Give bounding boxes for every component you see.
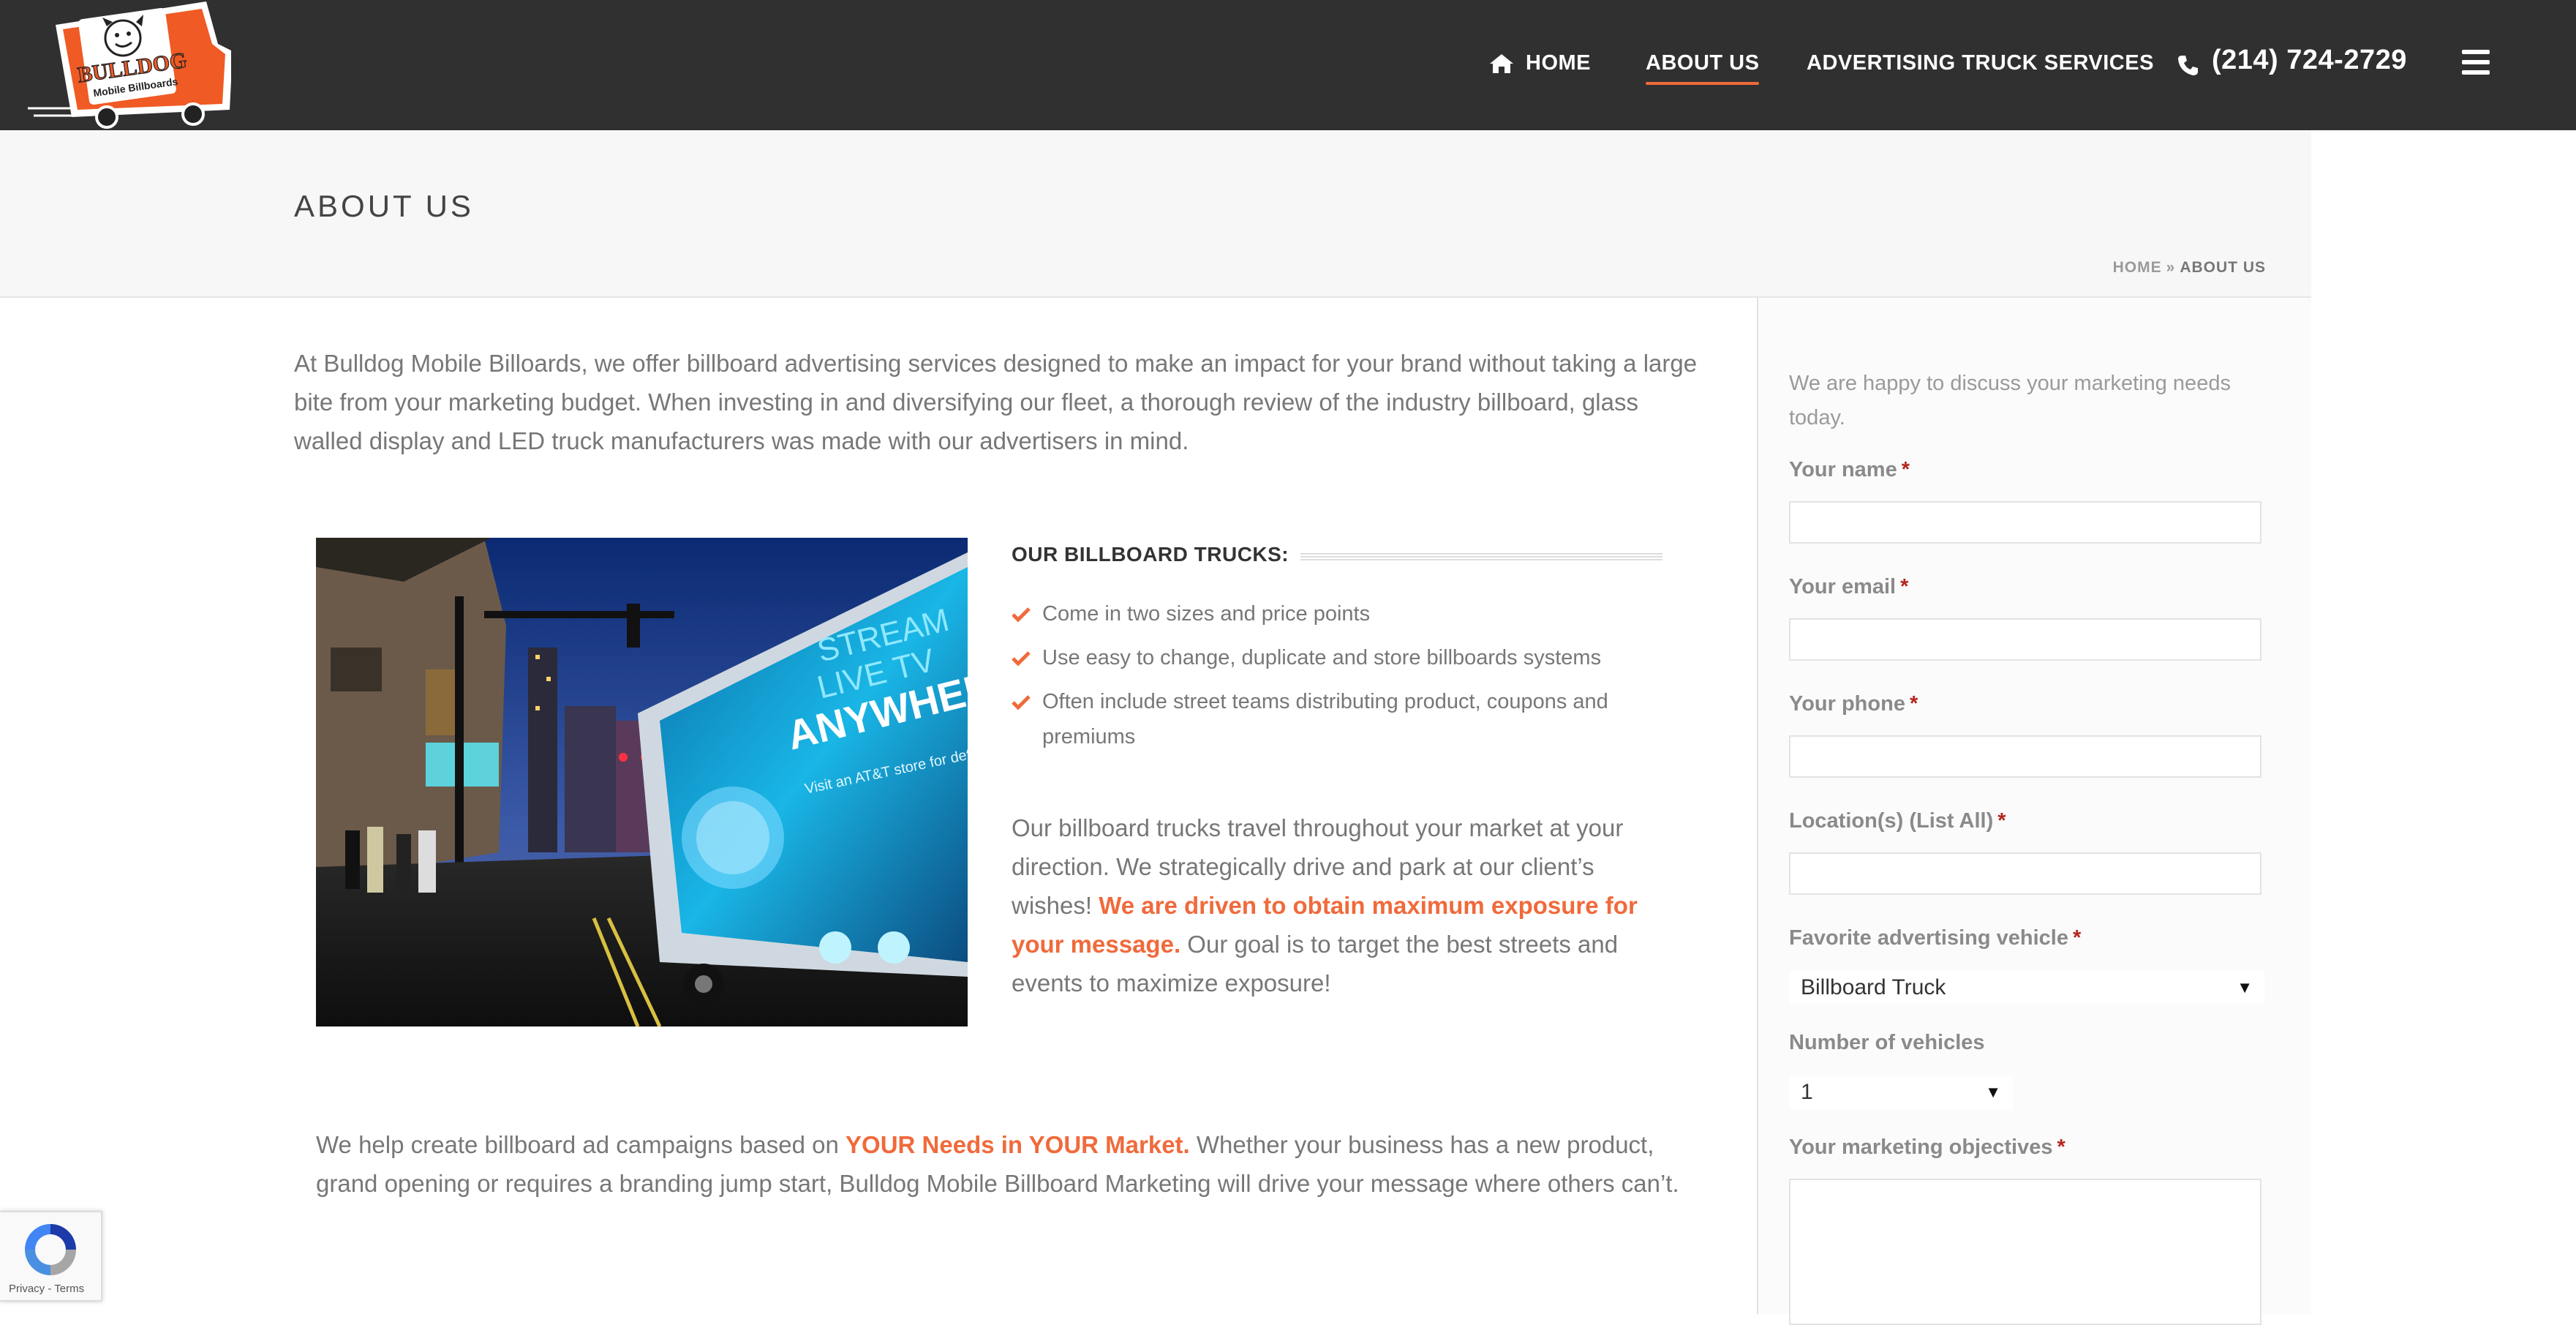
name-label: Your name * — [1789, 458, 1910, 481]
campaign-paragraph: We help create billboard ad campaigns ba… — [316, 1125, 1691, 1203]
check-icon — [1012, 651, 1031, 667]
trucks-description: Our billboard trucks travel throughout y… — [1012, 808, 1670, 1002]
chevron-down-icon: ▼ — [2237, 978, 2253, 996]
required-mark: * — [1997, 809, 2006, 833]
phone-label: Your phone * — [1789, 692, 1918, 716]
objectives-textarea[interactable] — [1789, 1179, 2261, 1325]
nav-ads-label: ADVERTISING TRUCK SERVICES — [1807, 51, 2154, 75]
truck-feature-list: Come in two sizes and price points Use e… — [1012, 596, 1670, 763]
objectives-label: Your marketing objectives * — [1789, 1136, 2065, 1159]
email-label: Your email * — [1789, 575, 1909, 598]
phone-field[interactable] — [1789, 735, 2261, 778]
billboard-truck-photo: STREAM LIVE TV ANYWHERE Visit an AT&T st… — [316, 538, 968, 1026]
required-mark: * — [1909, 692, 1918, 716]
feature-text: Often include street teams distributing … — [1042, 690, 1608, 748]
contact-form-sidebar: We are happy to discuss your marketing n… — [1757, 298, 2311, 1325]
required-mark: * — [1900, 575, 1909, 598]
para3-text-before: We help create billboard ad campaigns ba… — [316, 1131, 846, 1158]
nav-about-label: ABOUT US — [1646, 51, 1760, 75]
name-field[interactable] — [1789, 501, 2261, 544]
heading-divider — [1300, 552, 1662, 560]
list-item: Come in two sizes and price points — [1012, 596, 1670, 631]
breadcrumb-separator: » — [2166, 259, 2176, 276]
required-mark: * — [2057, 1136, 2065, 1159]
recaptcha-links: Privacy - Terms — [9, 1283, 84, 1295]
nav-advertising-truck-services[interactable]: ADVERTISING TRUCK SERVICES — [1807, 47, 2154, 79]
nav-home-label: HOME — [1526, 51, 1591, 75]
list-item: Often include street teams distributing … — [1012, 684, 1670, 754]
recaptcha-badge[interactable]: Privacy - Terms — [0, 1211, 102, 1302]
nav-home[interactable]: HOME — [1489, 47, 1591, 79]
required-mark: * — [2072, 926, 2082, 950]
location-field[interactable] — [1789, 852, 2261, 895]
nav-about-us[interactable]: ABOUT US — [1646, 47, 1760, 85]
check-icon — [1012, 607, 1031, 623]
breadcrumb-home[interactable]: HOME — [2113, 259, 2162, 276]
list-item: Use easy to change, duplicate and store … — [1012, 640, 1670, 675]
required-mark: * — [1901, 458, 1910, 481]
vehicle-selected-value: Billboard Truck — [1801, 975, 1946, 999]
page-title-bar: ABOUT US HOME» ABOUT US — [0, 130, 2311, 298]
location-label: Location(s) (List All) * — [1789, 809, 2006, 833]
vehicle-count-select[interactable]: 1 ▼ — [1789, 1076, 2013, 1109]
email-field[interactable] — [1789, 618, 2261, 661]
phone-icon — [2178, 56, 2198, 75]
recaptcha-privacy-link[interactable]: Privacy — [9, 1283, 45, 1295]
phone-number: (214) 724-2729 — [2212, 45, 2407, 75]
check-icon — [1012, 695, 1031, 710]
recaptcha-terms-link[interactable]: Terms — [54, 1283, 84, 1295]
intro-paragraph: At Bulldog Mobile Billoards, we offer bi… — [294, 350, 1698, 454]
recaptcha-icon — [25, 1224, 76, 1275]
feature-text: Come in two sizes and price points — [1042, 602, 1371, 626]
hamburger-menu-icon[interactable] — [2462, 50, 2490, 75]
recaptcha-dash: - — [45, 1283, 55, 1295]
feature-text: Use easy to change, duplicate and store … — [1042, 646, 1602, 669]
bulldog-logo[interactable]: BULLDOG Mobile Billboards — [26, 0, 231, 130]
count-selected-value: 1 — [1801, 1080, 1813, 1104]
home-icon — [1490, 54, 1513, 73]
site-header: BULLDOG Mobile Billboards HOME ABOUT US … — [0, 0, 2576, 130]
breadcrumb: HOME» ABOUT US — [2113, 259, 2266, 277]
page-title: ABOUT US — [294, 189, 474, 223]
form-intro: We are happy to discuss your marketing n… — [1789, 372, 2231, 429]
vehicle-select[interactable]: Billboard Truck ▼ — [1789, 971, 2264, 1005]
trucks-heading: OUR BILLBOARD TRUCKS: — [1012, 543, 1300, 566]
count-label: Number of vehicles — [1789, 1031, 1985, 1054]
trucks-heading-row: OUR BILLBOARD TRUCKS: — [1012, 543, 1662, 572]
para3-highlight: YOUR Needs in YOUR Market. — [846, 1131, 1190, 1158]
vehicle-label: Favorite advertising vehicle * — [1789, 926, 2082, 950]
breadcrumb-current: ABOUT US — [2180, 259, 2266, 276]
phone-link[interactable]: (214) 724-2729 — [2177, 44, 2407, 76]
chevron-down-icon: ▼ — [1985, 1083, 2001, 1101]
